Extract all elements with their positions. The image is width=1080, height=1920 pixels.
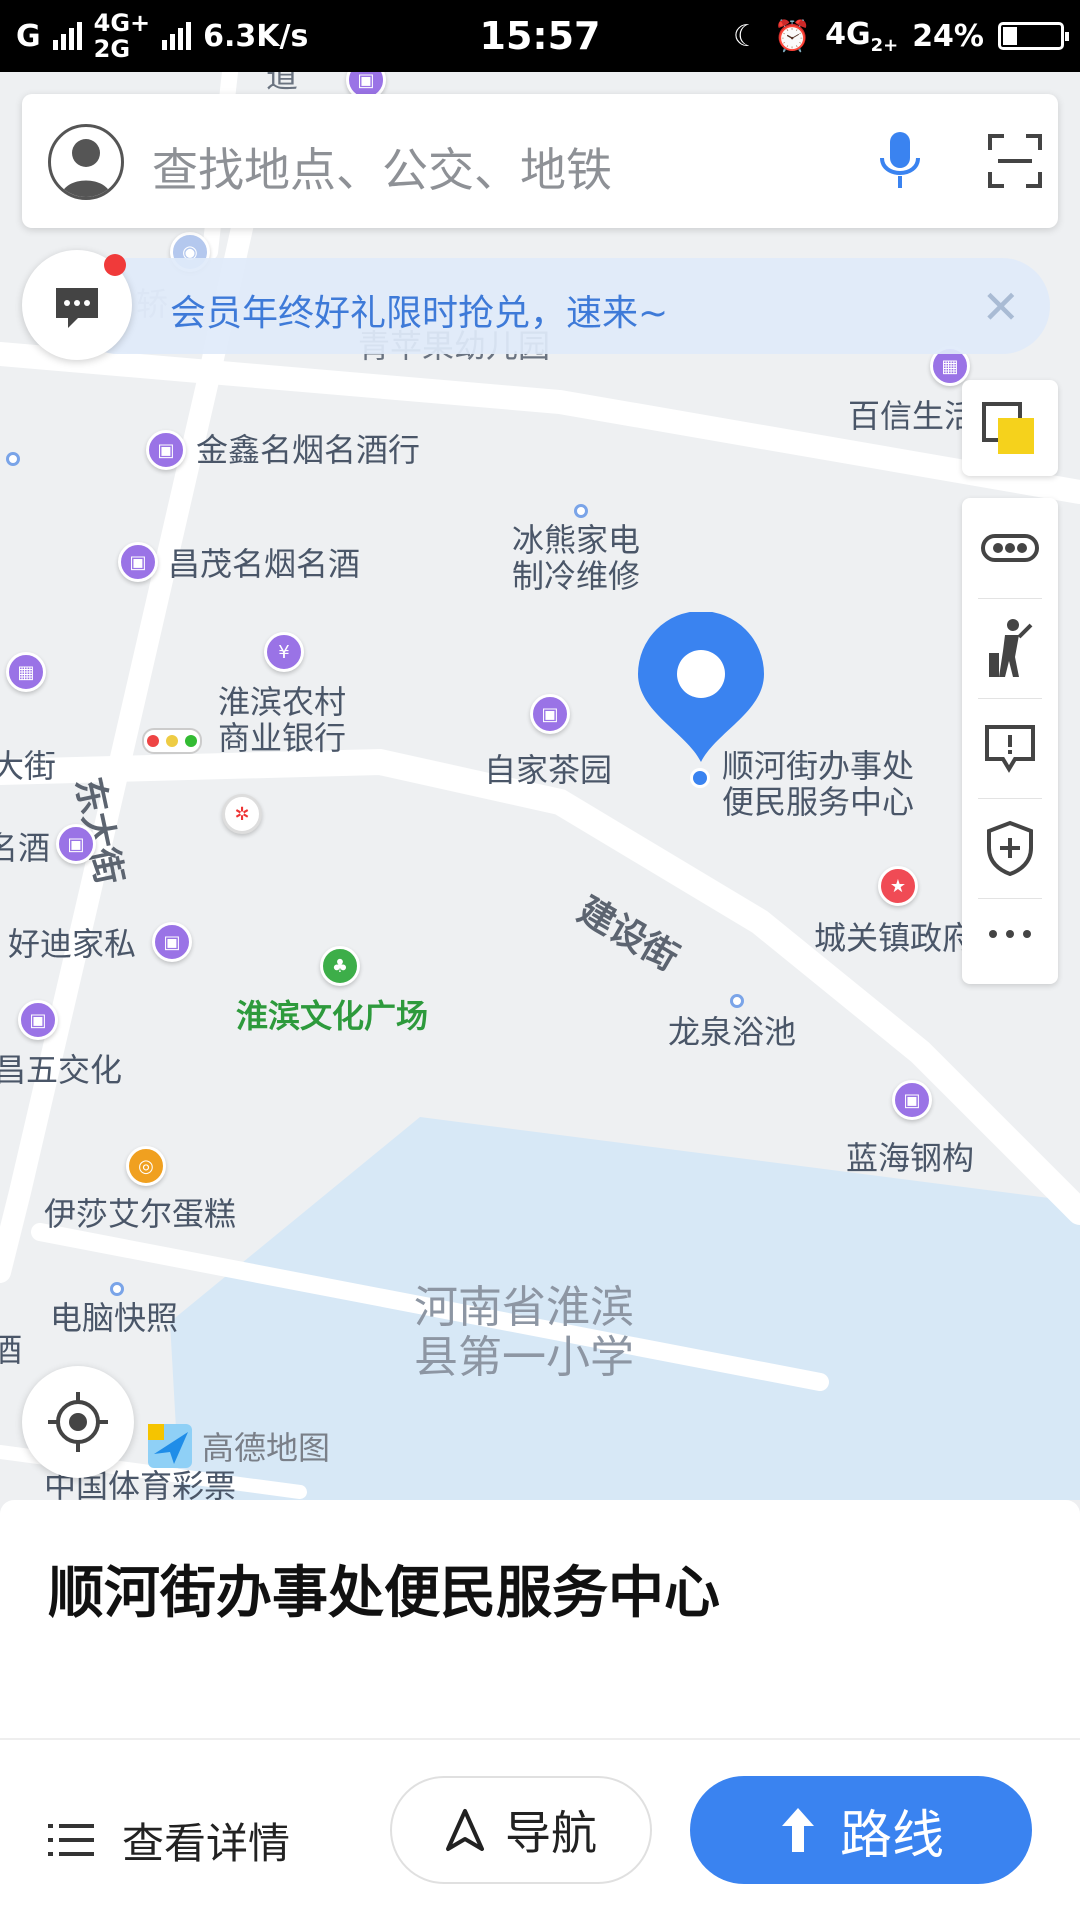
location-dot (690, 768, 710, 788)
poi-label[interactable]: 百信生活 (848, 398, 976, 434)
layers-button[interactable] (962, 380, 1058, 476)
poi-label: 大街 (0, 747, 57, 785)
locate-me-button[interactable] (22, 1366, 134, 1478)
avatar[interactable] (48, 124, 124, 200)
place-detail-sheet[interactable]: 顺河街办事处便民服务中心 查看详情 导航 路线 (0, 1500, 1080, 1920)
poi-label[interactable]: 金鑫名烟名酒行 (196, 432, 420, 468)
layers-icon (982, 402, 1034, 454)
pedestrian-icon (989, 619, 1033, 677)
shop-icon[interactable]: ▣ (530, 694, 570, 734)
route-arrow-icon (781, 1808, 814, 1852)
navigate-button[interactable]: 导航 (390, 1776, 652, 1884)
network-type-right: 4G2+ (825, 16, 899, 56)
message-button[interactable] (22, 250, 132, 360)
divider (0, 1738, 1080, 1740)
shield-icon (987, 820, 1033, 876)
promo-banner[interactable]: 会员年终好礼限时抢兑，速来~ ✕ (70, 258, 1050, 354)
view-details-label: 查看详情 (122, 1818, 291, 1868)
poi-label[interactable]: 顺河街办事处 (722, 748, 914, 784)
moon-icon: ☾ (732, 18, 760, 54)
alarm-icon: ⏰ (773, 18, 812, 54)
shop-icon[interactable]: ▣ (18, 1000, 58, 1040)
place-title: 顺河街办事处便民服务中心 (48, 1561, 720, 1626)
microphone-icon[interactable] (878, 130, 922, 192)
poi-label[interactable]: 县第一小学 (414, 1334, 634, 1382)
shopping-icon[interactable]: ▦ (6, 652, 46, 692)
poi-label[interactable]: 冰熊家电 (512, 522, 640, 558)
shop-icon[interactable]: ▣ (152, 922, 192, 962)
poi-label[interactable]: 好迪家私 (8, 926, 136, 962)
poi-dot[interactable] (574, 504, 588, 518)
amap-logo-text: 高德地图 (202, 1429, 331, 1467)
poi-label[interactable]: 河南省淮滨 (414, 1284, 634, 1332)
battery-percent: 24% (912, 18, 984, 54)
shop-icon[interactable]: ▣ (892, 1080, 932, 1120)
poi-label[interactable]: 制冷维修 (512, 558, 640, 594)
more-button[interactable] (962, 884, 1058, 984)
poi-label: 名酒 (0, 829, 51, 867)
route-label: 路线 (839, 1805, 944, 1866)
poi-label[interactable]: 电脑快照 (50, 1300, 178, 1336)
poi-label[interactable]: 昌茂名烟名酒 (168, 546, 360, 582)
bank-icon[interactable]: ¥ (264, 632, 304, 672)
view-details-button[interactable]: 查看详情 (48, 1800, 290, 1880)
crosshair-icon (48, 1392, 108, 1452)
poi-label[interactable]: 伊莎艾尔蛋糕 (44, 1196, 236, 1232)
amap-logo: 高德地图 (144, 1420, 330, 1472)
traffic-icon (981, 534, 1039, 562)
poi-label[interactable]: 昌五交化 (0, 1052, 122, 1088)
government-icon[interactable]: ★ (878, 866, 918, 906)
search-input[interactable]: 查找地点、公交、地铁 (152, 134, 612, 200)
poi-label[interactable]: 商业银行 (218, 720, 346, 756)
navigation-arrow-icon (446, 1809, 484, 1851)
street-view-button[interactable] (962, 598, 1058, 698)
navigate-label: 导航 (505, 1806, 597, 1860)
poi-label[interactable]: 蓝海钢构 (846, 1140, 974, 1176)
park-icon[interactable]: ♣ (320, 946, 360, 986)
shop-icon[interactable]: ▣ (146, 430, 186, 470)
poi-label[interactable]: 淮滨农村 (218, 684, 346, 720)
poi-label[interactable]: 自家茶园 (484, 752, 612, 788)
traffic-button[interactable] (962, 498, 1058, 598)
shop-icon[interactable]: ▣ (118, 542, 158, 582)
status-bar: G 4G+ 2G 6.3K/s 15:57 ☾ ⏰ 4G2+ 24% (0, 0, 1080, 72)
more-icon (989, 930, 1031, 938)
map-controls (962, 498, 1058, 984)
poi-label[interactable]: 城关镇政府 (814, 920, 974, 956)
search-bar[interactable]: 查找地点、公交、地铁 (22, 94, 1058, 228)
close-icon[interactable]: ✕ (981, 280, 1020, 334)
poi-label: 道 (266, 72, 299, 95)
scan-icon[interactable] (988, 134, 1042, 188)
poi-label: 酒 (0, 1331, 23, 1369)
bakery-icon[interactable]: ◎ (126, 1146, 166, 1186)
telecom-icon[interactable]: ✲ (222, 794, 262, 834)
feedback-icon (985, 725, 1035, 773)
promo-text[interactable]: 会员年终好礼限时抢兑，速来~ (170, 284, 668, 336)
shop-icon[interactable]: ▣ (56, 824, 96, 864)
notification-dot (104, 254, 126, 276)
amap-logo-icon (148, 1424, 192, 1468)
poi-label[interactable]: 淮滨文化广场 (236, 998, 428, 1034)
route-button[interactable]: 路线 (690, 1776, 1032, 1884)
poi-label[interactable]: 龙泉浴池 (668, 1014, 796, 1050)
report-button[interactable] (962, 698, 1058, 798)
traffic-light-icon[interactable] (142, 728, 202, 754)
battery-icon (998, 22, 1069, 50)
safety-button[interactable] (962, 798, 1058, 898)
poi-dot[interactable] (6, 452, 20, 466)
poi-dot[interactable] (730, 994, 744, 1008)
list-icon (48, 1824, 94, 1856)
poi-label[interactable]: 便民服务中心 (722, 784, 914, 820)
poi-dot[interactable] (110, 1282, 124, 1296)
